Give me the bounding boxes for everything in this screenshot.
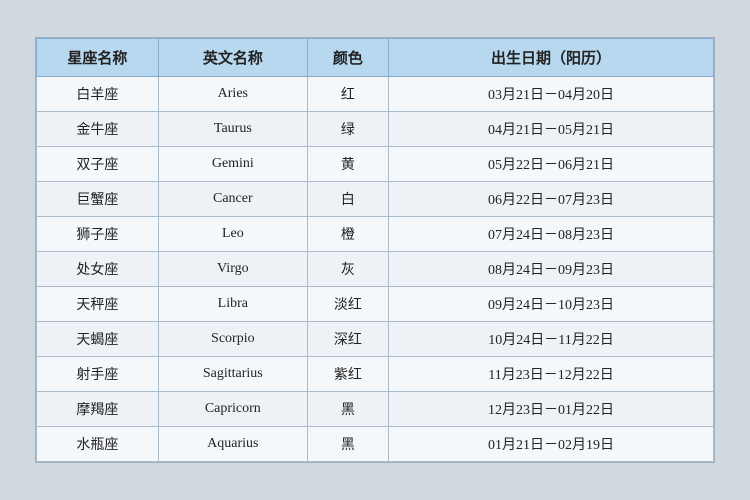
table-row: 双子座Gemini黄05月22日－06月21日 [37, 147, 714, 182]
cell-date: 05月22日－06月21日 [389, 147, 714, 182]
header-en: 英文名称 [158, 39, 307, 77]
cell-en: Scorpio [158, 322, 307, 357]
cell-color: 红 [307, 77, 388, 112]
table-row: 摩羯座Capricorn黑12月23日－01月22日 [37, 392, 714, 427]
cell-date: 10月24日－11月22日 [389, 322, 714, 357]
table-row: 天秤座Libra淡红09月24日－10月23日 [37, 287, 714, 322]
cell-date: 08月24日－09月23日 [389, 252, 714, 287]
table-row: 射手座Sagittarius紫红11月23日－12月22日 [37, 357, 714, 392]
table-row: 水瓶座Aquarius黑01月21日－02月19日 [37, 427, 714, 462]
cell-color: 黑 [307, 427, 388, 462]
cell-date: 12月23日－01月22日 [389, 392, 714, 427]
cell-en: Gemini [158, 147, 307, 182]
cell-color: 紫红 [307, 357, 388, 392]
cell-color: 淡红 [307, 287, 388, 322]
cell-date: 09月24日－10月23日 [389, 287, 714, 322]
cell-en: Cancer [158, 182, 307, 217]
table-body: 白羊座Aries红03月21日－04月20日金牛座Taurus绿04月21日－0… [37, 77, 714, 462]
table-row: 白羊座Aries红03月21日－04月20日 [37, 77, 714, 112]
table-row: 金牛座Taurus绿04月21日－05月21日 [37, 112, 714, 147]
cell-color: 黄 [307, 147, 388, 182]
table-row: 天蝎座Scorpio深红10月24日－11月22日 [37, 322, 714, 357]
cell-cn: 天蝎座 [37, 322, 159, 357]
header-color: 颜色 [307, 39, 388, 77]
table-row: 狮子座Leo橙07月24日－08月23日 [37, 217, 714, 252]
cell-cn: 巨蟹座 [37, 182, 159, 217]
cell-color: 白 [307, 182, 388, 217]
cell-cn: 射手座 [37, 357, 159, 392]
cell-cn: 摩羯座 [37, 392, 159, 427]
cell-color: 灰 [307, 252, 388, 287]
cell-date: 07月24日－08月23日 [389, 217, 714, 252]
cell-date: 06月22日－07月23日 [389, 182, 714, 217]
zodiac-table-container: 星座名称 英文名称 颜色 出生日期（阳历） 白羊座Aries红03月21日－04… [35, 37, 715, 463]
cell-color: 绿 [307, 112, 388, 147]
cell-color: 深红 [307, 322, 388, 357]
cell-color: 橙 [307, 217, 388, 252]
cell-cn: 处女座 [37, 252, 159, 287]
cell-date: 01月21日－02月19日 [389, 427, 714, 462]
zodiac-table: 星座名称 英文名称 颜色 出生日期（阳历） 白羊座Aries红03月21日－04… [36, 38, 714, 462]
cell-cn: 金牛座 [37, 112, 159, 147]
cell-cn: 白羊座 [37, 77, 159, 112]
cell-en: Taurus [158, 112, 307, 147]
header-cn: 星座名称 [37, 39, 159, 77]
table-header-row: 星座名称 英文名称 颜色 出生日期（阳历） [37, 39, 714, 77]
header-date: 出生日期（阳历） [389, 39, 714, 77]
table-row: 处女座Virgo灰08月24日－09月23日 [37, 252, 714, 287]
cell-cn: 水瓶座 [37, 427, 159, 462]
cell-en: Leo [158, 217, 307, 252]
table-row: 巨蟹座Cancer白06月22日－07月23日 [37, 182, 714, 217]
cell-date: 03月21日－04月20日 [389, 77, 714, 112]
cell-cn: 狮子座 [37, 217, 159, 252]
cell-en: Virgo [158, 252, 307, 287]
cell-en: Sagittarius [158, 357, 307, 392]
cell-cn: 天秤座 [37, 287, 159, 322]
cell-date: 11月23日－12月22日 [389, 357, 714, 392]
cell-en: Aries [158, 77, 307, 112]
cell-cn: 双子座 [37, 147, 159, 182]
cell-en: Aquarius [158, 427, 307, 462]
cell-date: 04月21日－05月21日 [389, 112, 714, 147]
cell-color: 黑 [307, 392, 388, 427]
cell-en: Capricorn [158, 392, 307, 427]
cell-en: Libra [158, 287, 307, 322]
